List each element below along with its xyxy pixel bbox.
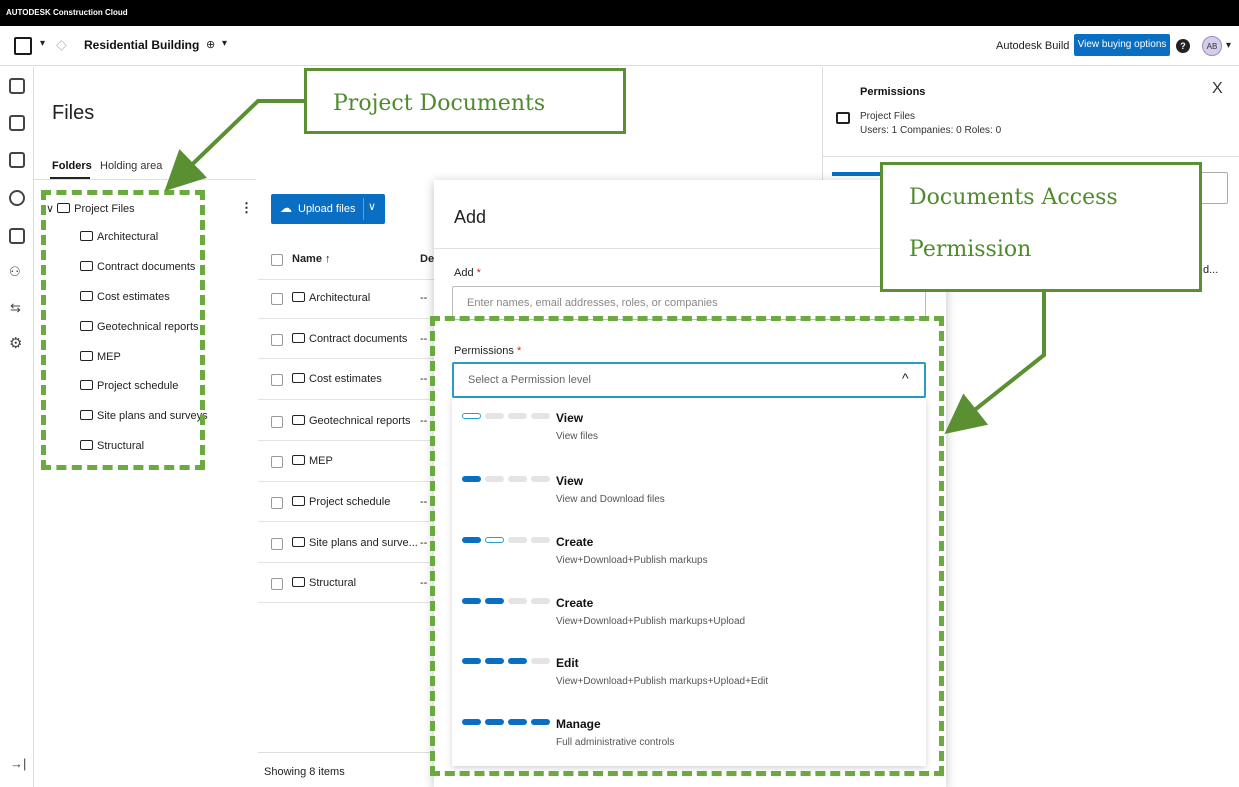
callout-text-line1: Documents Access — [909, 185, 1118, 210]
arrow-project-documents — [164, 99, 304, 192]
callout-text: Project Documents — [333, 91, 546, 116]
project-documents-callout: Project Documents — [304, 68, 626, 134]
access-permission-callout: Documents Access Permission — [880, 162, 1202, 292]
arrow-access-permission — [944, 291, 1046, 434]
callout-text-line2: Permission — [909, 237, 1032, 262]
